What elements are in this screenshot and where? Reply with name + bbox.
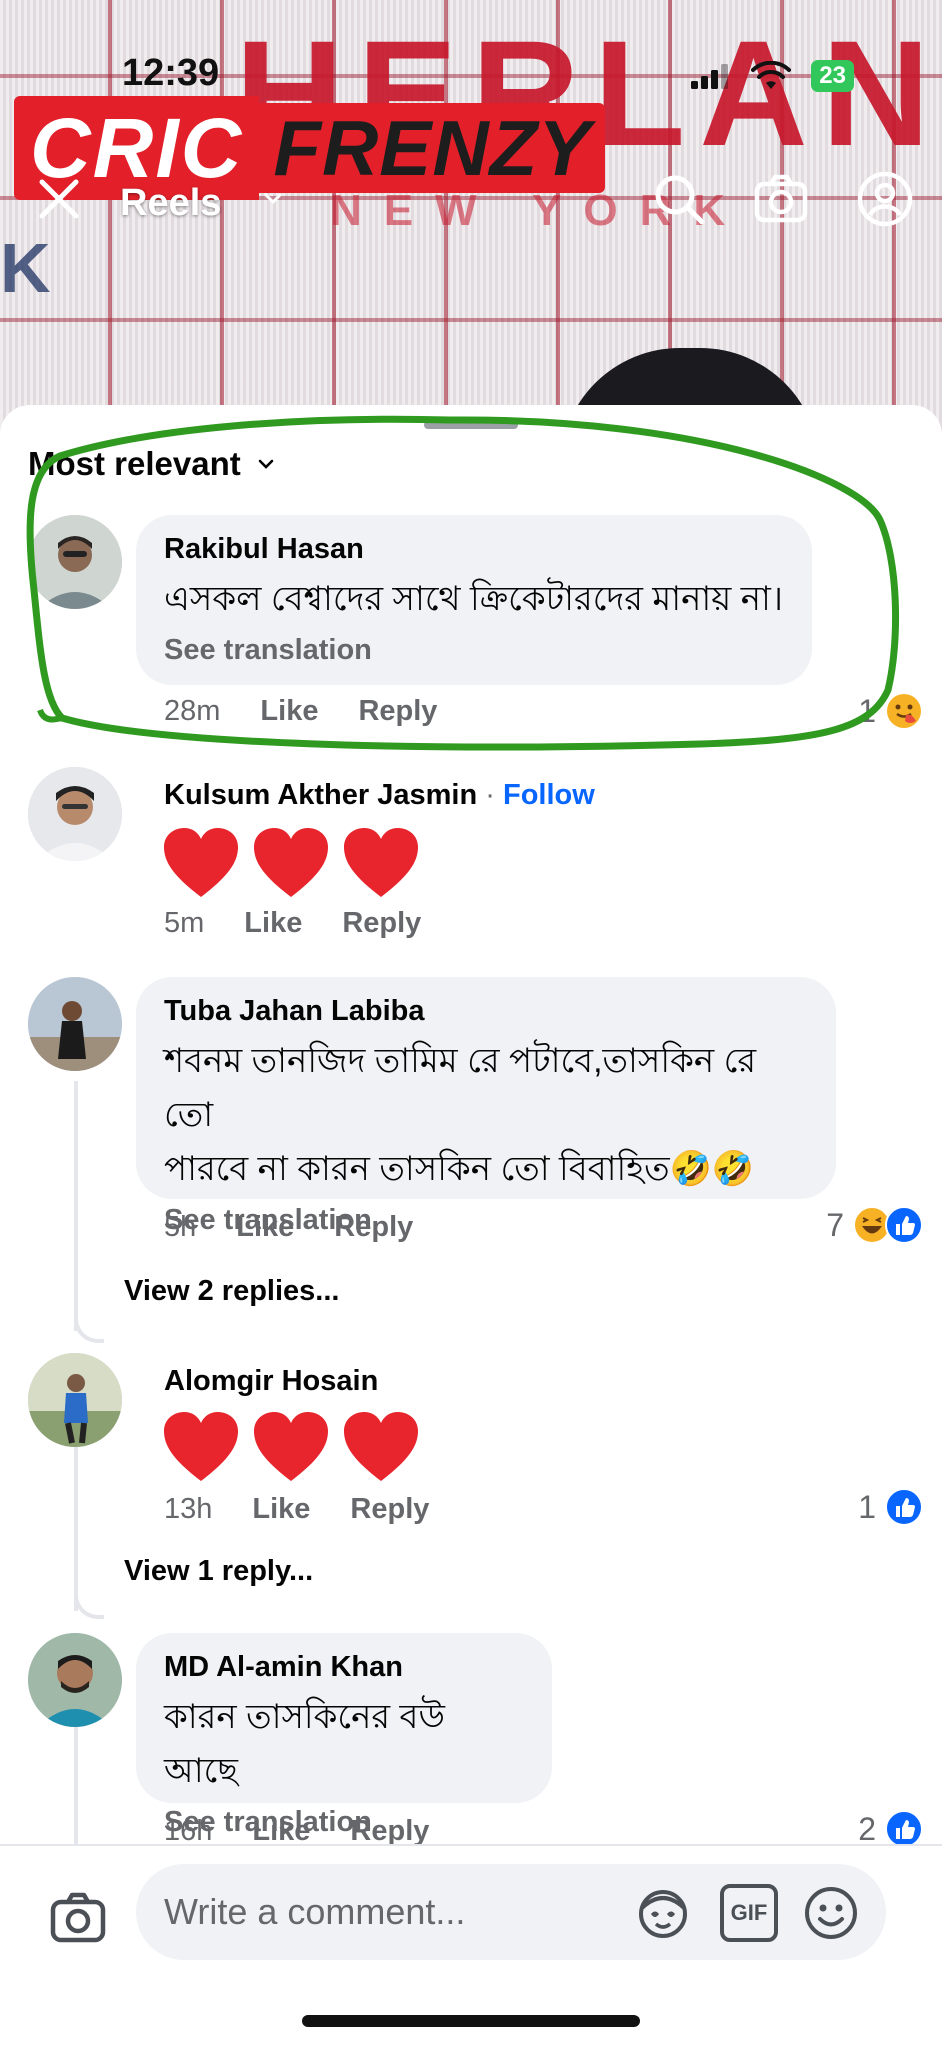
follow-button[interactable]: Follow bbox=[503, 779, 595, 811]
avatar-photo bbox=[28, 1353, 122, 1447]
wifi-icon bbox=[751, 61, 792, 89]
thread-curve bbox=[74, 1313, 104, 1343]
reaction-count: 7 bbox=[826, 1206, 844, 1243]
heart-icon bbox=[344, 828, 418, 897]
comment-author[interactable]: Rakibul Hasan bbox=[164, 533, 784, 566]
heart-emojis bbox=[162, 1411, 420, 1483]
comment-meta: 5h Like Reply bbox=[164, 1211, 413, 1244]
comment-bubble[interactable]: MD Al-amin Khan কারন তাসকিনের বউ আছে See… bbox=[136, 1633, 552, 1838]
like-reaction-icon bbox=[885, 1206, 923, 1244]
emoji-icon[interactable] bbox=[802, 1884, 860, 1942]
avatar[interactable] bbox=[28, 1633, 122, 1727]
like-reaction-icon bbox=[885, 1488, 923, 1526]
comment-author[interactable]: MD Al-amin Khan bbox=[164, 1651, 524, 1684]
avatar-photo bbox=[28, 767, 122, 861]
reaction-count: 1 bbox=[858, 1488, 876, 1525]
reaction-summary[interactable]: 2 bbox=[858, 1809, 924, 1849]
search-icon[interactable] bbox=[650, 170, 708, 228]
comment-text-line1: শবনম তানজিদ তামিম রে পটাবে,তাসকিন রে তো bbox=[164, 1042, 757, 1134]
like-button[interactable]: Like bbox=[236, 1211, 294, 1244]
heart-icon bbox=[164, 828, 238, 897]
gif-icon[interactable]: GIF bbox=[720, 1884, 778, 1942]
avatar-photo bbox=[28, 1633, 122, 1727]
heart-icon bbox=[254, 828, 328, 897]
profile-icon[interactable] bbox=[856, 170, 914, 228]
reply-button[interactable]: Reply bbox=[358, 695, 437, 728]
comment-time: 28m bbox=[164, 695, 221, 727]
heart-emojis bbox=[162, 827, 420, 899]
chevron-down-icon bbox=[258, 459, 274, 469]
close-icon[interactable] bbox=[34, 174, 84, 224]
sheet-drag-handle[interactable] bbox=[424, 421, 518, 429]
camera-icon[interactable] bbox=[50, 1890, 106, 1946]
avatar[interactable] bbox=[28, 515, 122, 609]
view-replies-link[interactable]: View 2 replies... bbox=[124, 1275, 339, 1308]
battery-indicator: 23 bbox=[811, 60, 854, 92]
status-time: 12:39 bbox=[122, 52, 220, 94]
comment-text: কারন তাসকিনের বউ আছে bbox=[164, 1698, 445, 1790]
comment-bubble[interactable]: Rakibul Hasan এসকল বেশ্বাদের সাথে ক্রিকে… bbox=[136, 515, 812, 685]
background-letter: K bbox=[0, 229, 51, 307]
thread-curve bbox=[74, 1589, 104, 1619]
status-icons: 23 bbox=[691, 60, 854, 92]
home-indicator[interactable] bbox=[302, 2015, 640, 2027]
like-button[interactable]: Like bbox=[260, 695, 318, 728]
reaction-icons bbox=[852, 1205, 924, 1245]
separator-dot: · bbox=[485, 779, 495, 811]
reply-button[interactable]: Reply bbox=[350, 1493, 429, 1526]
comment-meta: 13h Like Reply bbox=[164, 1493, 429, 1526]
reaction-summary[interactable]: 7 bbox=[826, 1205, 924, 1245]
comment-item: Tuba Jahan Labiba শবনম তানজিদ তামিম রে প… bbox=[0, 977, 942, 1236]
like-reaction-icon bbox=[885, 1810, 923, 1848]
reply-button[interactable]: Reply bbox=[342, 907, 421, 940]
comment-time: 13h bbox=[164, 1493, 213, 1525]
reply-button[interactable]: Reply bbox=[334, 1211, 413, 1244]
view-replies-link[interactable]: View 1 reply... bbox=[124, 1555, 313, 1588]
reaction-summary[interactable]: 1 bbox=[858, 691, 924, 731]
chevron-down-icon[interactable] bbox=[262, 188, 284, 210]
sort-dropdown[interactable]: Most relevant bbox=[28, 445, 275, 483]
signal-icon bbox=[691, 64, 729, 89]
camera-icon[interactable] bbox=[752, 170, 810, 228]
comment-item: Alomgir Hosain bbox=[0, 1353, 942, 1533]
comment-author[interactable]: Alomgir Hosain bbox=[164, 1365, 378, 1398]
like-button[interactable]: Like bbox=[244, 907, 302, 940]
avatar-photo bbox=[28, 515, 122, 609]
comment-time: 5h bbox=[164, 1211, 197, 1243]
comment-item: Rakibul Hasan এসকল বেশ্বাদের সাথে ক্রিকে… bbox=[0, 515, 942, 705]
see-translation-link[interactable]: See translation bbox=[164, 634, 784, 667]
comment-text-line2: পারবে না কারন তাসকিন তো বিবাহিত🤣🤣 bbox=[164, 1150, 755, 1188]
comments-sheet: Most relevant Rakibul Hasan এসকল বেশ্বাদ… bbox=[0, 405, 942, 2048]
comment-author[interactable]: Kulsum Akther Jasmin bbox=[164, 779, 477, 811]
reaction-count: 1 bbox=[858, 692, 876, 729]
avatar-sticker-icon[interactable] bbox=[634, 1884, 692, 1942]
reaction-count: 2 bbox=[858, 1810, 876, 1847]
reels-top-bar: Reels bbox=[0, 170, 942, 240]
reels-title[interactable]: Reels bbox=[120, 182, 221, 225]
hug-reaction-icon bbox=[887, 694, 921, 728]
comment-author[interactable]: Tuba Jahan Labiba bbox=[164, 995, 808, 1028]
comment-text: এসকল বেশ্বাদের সাথে ক্রিকেটারদের মানায় … bbox=[164, 580, 784, 618]
comment-meta: 28m Like Reply bbox=[164, 695, 437, 728]
comment-meta: 5m Like Reply bbox=[164, 907, 421, 940]
heart-icon bbox=[344, 1412, 418, 1481]
avatar-photo bbox=[28, 977, 122, 1071]
avatar[interactable] bbox=[28, 977, 122, 1071]
heart-icon bbox=[164, 1412, 238, 1481]
reaction-summary[interactable]: 1 bbox=[858, 1487, 924, 1527]
heart-icon bbox=[254, 1412, 328, 1481]
avatar[interactable] bbox=[28, 1353, 122, 1447]
like-button[interactable]: Like bbox=[252, 1493, 310, 1526]
comment-author-row: Kulsum Akther Jasmin · Follow bbox=[164, 779, 595, 812]
comment-item: MD Al-amin Khan কারন তাসকিনের বউ আছে See… bbox=[0, 1633, 942, 1838]
comment-bubble[interactable]: Tuba Jahan Labiba শবনম তানজিদ তামিম রে প… bbox=[136, 977, 836, 1236]
sort-label: Most relevant bbox=[28, 445, 241, 482]
avatar[interactable] bbox=[28, 767, 122, 861]
comment-time: 5m bbox=[164, 907, 205, 939]
comment-item: Kulsum Akther Jasmin · Follow bbox=[0, 767, 942, 947]
